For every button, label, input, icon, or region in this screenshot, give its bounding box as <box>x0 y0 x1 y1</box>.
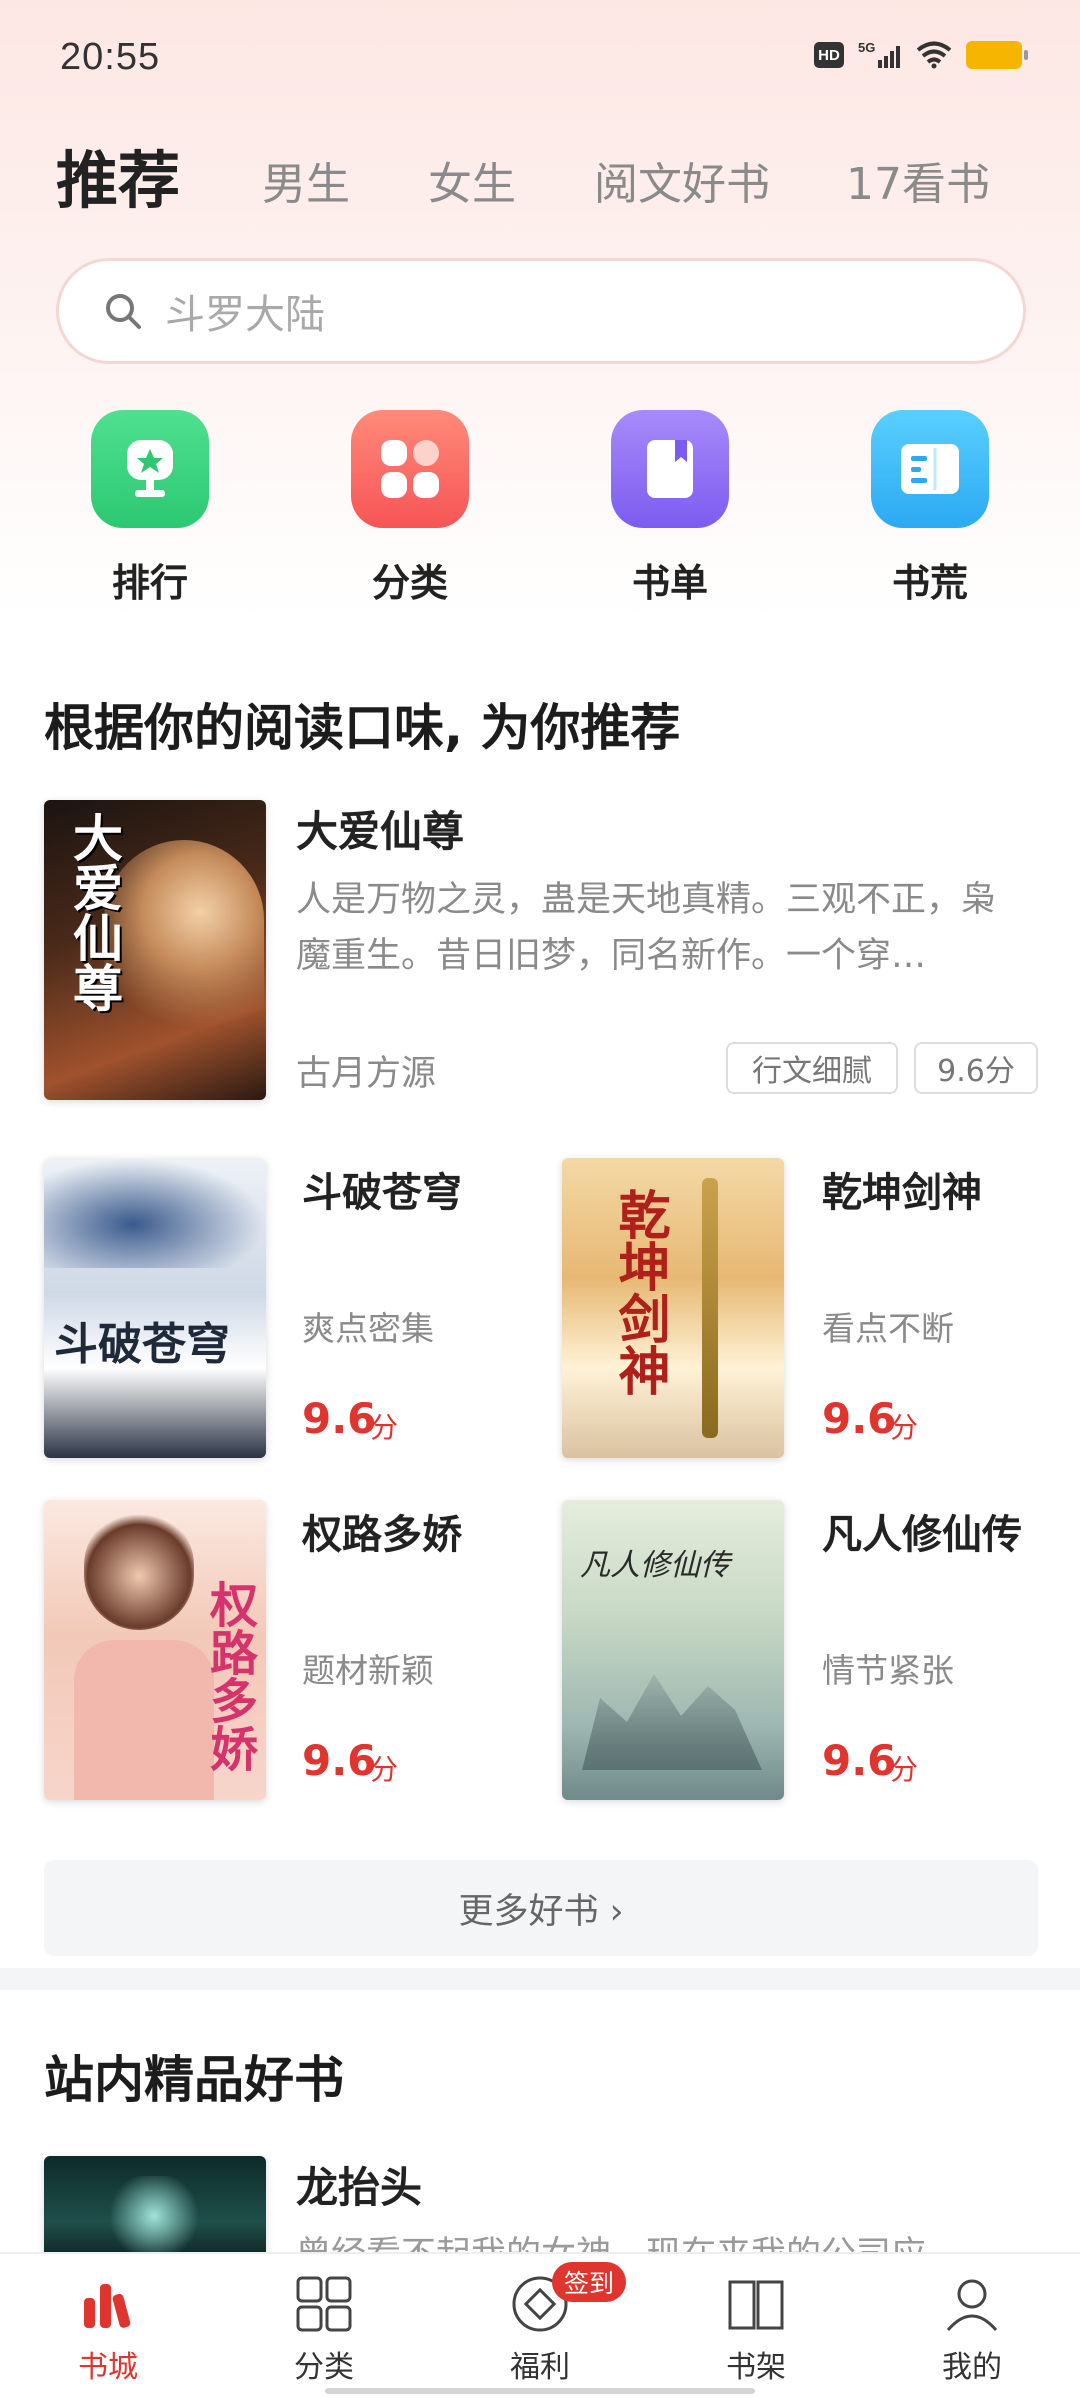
featured-tag-style: 行文细腻 <box>726 1042 898 1094</box>
bottom-navigation: 书城 分类 签到 福利 书架 我的 <box>0 2252 1080 2400</box>
book-score-unit: 分 <box>370 1411 399 1444</box>
book-tag: 看点不断 <box>822 1309 954 1348</box>
signal-icon: 5G <box>858 40 900 68</box>
featured-book-title[interactable]: 大爱仙尊 <box>296 798 464 859</box>
book-score-unit: 分 <box>890 1753 919 1786</box>
book-title[interactable]: 凡人修仙传 <box>822 1502 1022 1560</box>
nav-welfare[interactable]: 签到 福利 <box>432 2254 648 2400</box>
hd-icon: HD <box>814 42 844 68</box>
quick-entry-ranking[interactable]: 排行 <box>70 410 230 607</box>
book-title[interactable]: 斗破苍穹 <box>302 1160 462 1218</box>
status-time: 20:55 <box>60 36 161 78</box>
tab-yuewen[interactable]: 阅文好书 <box>594 148 770 212</box>
bookshelf-icon <box>728 2280 784 2330</box>
channel-tabs: 推荐 男生 女生 阅文好书 17看书 <box>56 130 1026 220</box>
nav-bookstore[interactable]: 书城 <box>0 2254 216 2400</box>
network-label: 5G <box>858 40 875 55</box>
book-title[interactable]: 权路多娇 <box>302 1502 462 1560</box>
search-icon <box>106 294 141 329</box>
featured-book-cover[interactable]: 大爱仙尊 <box>44 800 266 1100</box>
wifi-icon <box>916 41 952 69</box>
quick-entry-bookdrought[interactable]: 书荒 <box>850 410 1010 607</box>
recommend-section-title: 根据你的阅读口味, 为你推荐 <box>44 699 681 757</box>
search-placeholder: 斗罗大陆 <box>165 292 325 338</box>
booklist-icon <box>611 410 729 528</box>
nav-label: 书架 <box>726 2350 786 2385</box>
status-bar: 20:55 HD 5G <box>0 0 1080 120</box>
profile-icon <box>946 2279 998 2331</box>
book-cover-quanlu[interactable]: 权路多娇 <box>44 1500 266 1800</box>
quick-entry-label: 书荒 <box>891 561 968 605</box>
quick-entry-category[interactable]: 分类 <box>330 410 490 607</box>
nav-profile[interactable]: 我的 <box>864 2254 1080 2400</box>
book-score-unit: 分 <box>370 1753 399 1786</box>
featured-book-description: 人是万物之灵，蛊是天地真精。三观不正，枭魔重生。昔日旧梦，同名新作。一个穿… <box>296 880 997 976</box>
premium-section-title: 站内精品好书 <box>44 2051 344 2109</box>
book-cover-fanren[interactable]: 凡人修仙传 <box>562 1500 784 1800</box>
checkin-badge: 签到 <box>552 2262 627 2302</box>
quick-entries: 排行 分类 书单 书荒 <box>0 410 1080 610</box>
battery-icon <box>966 41 1028 69</box>
book-score: 9.6 <box>822 1736 897 1785</box>
book-open-icon <box>871 410 989 528</box>
book-score: 9.6 <box>302 1736 377 1785</box>
featured-tag-score: 9.6分 <box>914 1042 1038 1094</box>
book-cover-qiankun[interactable]: 乾坤剑神 <box>562 1158 784 1458</box>
cover-title: 乾坤剑神 <box>609 1188 670 1396</box>
book-tag: 情节紧张 <box>822 1651 954 1690</box>
quick-entry-booklist[interactable]: 书单 <box>590 410 750 607</box>
more-books-button[interactable]: 更多好书 › <box>44 1860 1038 1956</box>
book-score: 9.6 <box>822 1394 897 1443</box>
nav-label: 福利 <box>510 2350 570 2385</box>
search-input[interactable]: 斗罗大陆 <box>56 258 1026 364</box>
quick-entry-label: 分类 <box>371 561 448 605</box>
book-cover-longtaitou[interactable] <box>44 2156 266 2266</box>
tab-female[interactable]: 女生 <box>428 148 516 212</box>
home-indicator[interactable] <box>325 2388 755 2394</box>
grid-icon <box>351 410 469 528</box>
quick-entry-label: 书单 <box>631 561 708 605</box>
tab-17kanshu[interactable]: 17看书 <box>846 148 990 212</box>
bookstore-icon <box>84 2284 131 2328</box>
nav-label: 分类 <box>294 2350 354 2385</box>
nav-label: 我的 <box>942 2350 1002 2385</box>
book-title[interactable]: 乾坤剑神 <box>822 1160 982 1218</box>
book-tag: 题材新颖 <box>302 1651 434 1690</box>
cover-title: 大爱仙尊 <box>65 812 124 1012</box>
book-tag: 爽点密集 <box>302 1309 434 1348</box>
book-title[interactable]: 龙抬头 <box>296 2154 422 2215</box>
tab-recommend[interactable]: 推荐 <box>56 130 180 220</box>
book-score-unit: 分 <box>890 1411 919 1444</box>
trophy-icon <box>91 410 209 528</box>
status-icons: HD 5G <box>814 40 1028 70</box>
cover-title: 凡人修仙传 <box>580 1548 730 1583</box>
book-score: 9.6 <box>302 1394 377 1443</box>
cover-title: 斗破苍穹 <box>54 1319 230 1370</box>
section-divider <box>0 1968 1080 1990</box>
nav-category[interactable]: 分类 <box>216 2254 432 2400</box>
cover-title: 权路多娇 <box>201 1580 257 1772</box>
quick-entry-label: 排行 <box>111 561 188 605</box>
featured-book-author: 古月方源 <box>296 1054 437 1094</box>
book-cover-doupo[interactable]: 斗破苍穹 <box>44 1158 266 1458</box>
nav-bookshelf[interactable]: 书架 <box>648 2254 864 2400</box>
nav-label: 书城 <box>78 2350 138 2385</box>
tab-male[interactable]: 男生 <box>262 148 350 212</box>
category-icon <box>296 2276 352 2332</box>
